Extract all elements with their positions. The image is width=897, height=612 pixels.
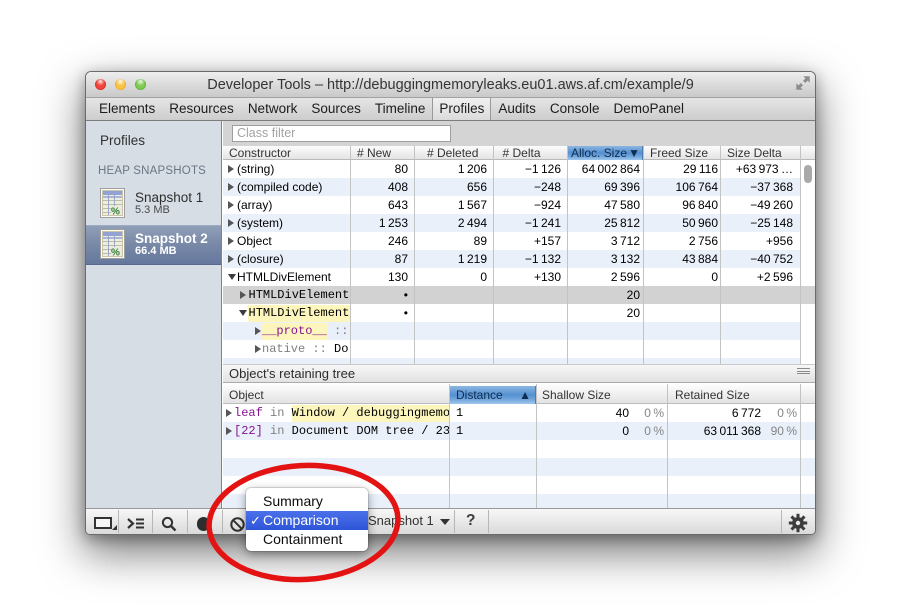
svg-text:%: % bbox=[111, 207, 120, 218]
svg-text:%: % bbox=[111, 247, 120, 258]
